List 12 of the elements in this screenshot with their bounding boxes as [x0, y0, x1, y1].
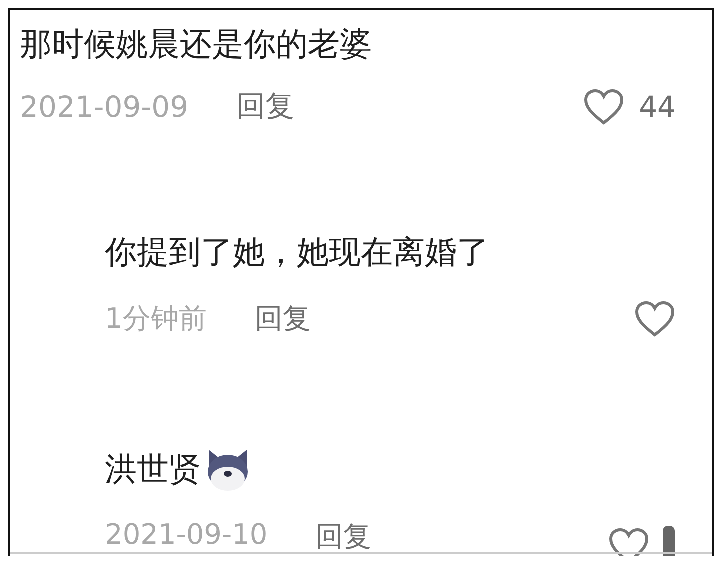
comment-date: 2021-09-09	[20, 90, 189, 124]
reply-link[interactable]: 回复	[236, 87, 295, 127]
comment-text: 那时候姚晨还是你的老婆	[20, 24, 372, 64]
comment-date: 2021-09-10	[105, 518, 268, 551]
comment-text: 洪世贤	[105, 449, 201, 489]
like-count: 44	[639, 90, 676, 124]
comment-date: 1分钟前	[105, 301, 207, 337]
heart-icon[interactable]	[634, 300, 676, 338]
comment-text: 你提到了她，她现在离婚了	[105, 232, 489, 272]
reply-link[interactable]: 回复	[316, 518, 372, 556]
reply-link[interactable]: 回复	[254, 300, 311, 338]
heart-icon[interactable]	[583, 88, 626, 126]
